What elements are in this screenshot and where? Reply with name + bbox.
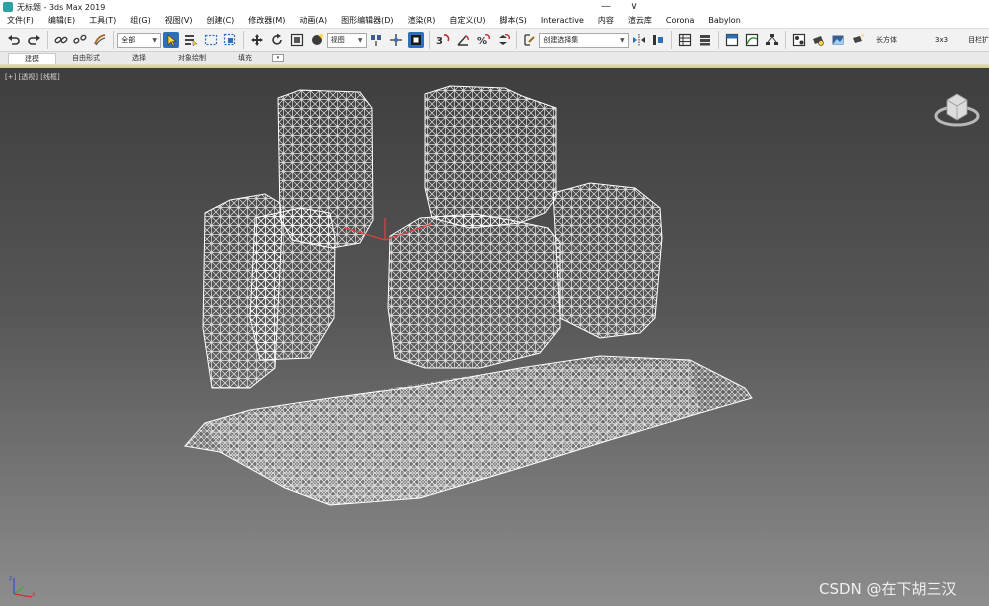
csdn-watermark: CSDN @在下胡三汉 — [819, 580, 957, 598]
select-by-name-icon[interactable] — [183, 32, 199, 48]
window-crossing-icon[interactable] — [223, 32, 239, 48]
tab-object-paint[interactable]: 对象绘制 — [162, 53, 222, 64]
viewport-label[interactable]: [+] [透视] [线框] — [5, 72, 60, 82]
menu-file[interactable]: 文件(F) — [0, 14, 41, 28]
spinner-snap-icon[interactable] — [495, 32, 511, 48]
toolbar-divider — [113, 31, 115, 49]
wireframe-building-model — [184, 85, 753, 506]
menu-group[interactable]: 组(G) — [123, 14, 157, 28]
perspective-viewport[interactable]: [+] [透视] [线框] x z CSDN @在下胡三汉 — [0, 68, 989, 606]
menu-interactive[interactable]: Interactive — [534, 14, 591, 28]
select-object-icon[interactable] — [162, 32, 179, 48]
mirror-icon[interactable] — [631, 32, 647, 48]
tab-selection[interactable]: 选择 — [116, 53, 162, 64]
menu-edit[interactable]: 编辑(E) — [41, 14, 82, 28]
minimize-button[interactable]: — — [596, 0, 616, 14]
redo-icon[interactable] — [26, 32, 42, 48]
render-icon[interactable] — [850, 32, 866, 48]
edit-named-selection-icon[interactable] — [521, 32, 537, 48]
curve-editor-icon[interactable] — [744, 32, 760, 48]
menu-corona[interactable]: Corona — [659, 14, 701, 28]
toolbar-object-label: 长方体 — [876, 36, 898, 44]
menu-tools[interactable]: 工具(T) — [82, 14, 123, 28]
toolbar-grid-label: 3x3 — [935, 36, 949, 44]
unlink-icon[interactable] — [73, 32, 89, 48]
chevron-down-icon: ▼ — [357, 36, 363, 44]
rect-region-icon[interactable] — [203, 32, 219, 48]
scale-icon[interactable] — [289, 32, 305, 48]
tab-modeling[interactable]: 建模 — [8, 53, 56, 64]
window-title: 无标题 - 3ds Max 2019 — [17, 2, 106, 12]
menu-customize[interactable]: 自定义(U) — [442, 14, 492, 28]
menu-create[interactable]: 创建(C) — [199, 14, 241, 28]
main-toolbar: 全部 ▼ 视图 ▼ 3 % 创建选择集 ▼ 长方体 3x3 目栏扩 — [0, 28, 989, 52]
selection-filter-dropdown[interactable]: 全部 ▼ — [117, 32, 161, 48]
menu-graph-editors[interactable]: 图形编辑器(D) — [334, 14, 400, 28]
toolbar-divider — [243, 31, 245, 49]
angle-snap-icon[interactable] — [455, 32, 471, 48]
svg-text:3: 3 — [436, 36, 443, 47]
bind-space-warp-icon[interactable] — [92, 32, 108, 48]
keyboard-shortcut-icon[interactable] — [408, 32, 425, 48]
reference-coord-value: 视图 — [330, 36, 345, 44]
render-setup-icon[interactable] — [810, 32, 826, 48]
align-icon[interactable] — [650, 32, 666, 48]
menu-views[interactable]: 视图(V) — [158, 14, 200, 28]
toolbar-divider — [718, 31, 720, 49]
menu-content[interactable]: 内容 — [591, 14, 621, 28]
selection-filter-value: 全部 — [121, 36, 136, 44]
app-logo-icon — [3, 2, 13, 12]
layer-explorer-icon[interactable] — [697, 32, 713, 48]
reference-coord-dropdown[interactable]: 视图 ▼ — [326, 32, 367, 48]
tab-freeform[interactable]: 自由形式 — [56, 53, 116, 64]
toolbar-divider — [671, 31, 673, 49]
schematic-view-icon[interactable] — [764, 32, 780, 48]
toolbar-divider — [46, 31, 48, 49]
menu-rendering[interactable]: 渲染(R) — [401, 14, 443, 28]
title-bar: 无标题 - 3ds Max 2019 — ∨ — [0, 0, 989, 14]
toolbar-divider — [429, 31, 431, 49]
undo-icon[interactable] — [6, 32, 22, 48]
ribbon-toggle-icon[interactable] — [724, 32, 740, 48]
percent-snap-icon[interactable]: % — [475, 32, 491, 48]
menu-animation[interactable]: 动画(A) — [292, 14, 334, 28]
named-selection-value: 创建选择集 — [543, 36, 579, 44]
rotate-icon[interactable] — [269, 32, 285, 48]
menu-bar: 文件(F) 编辑(E) 工具(T) 组(G) 视图(V) 创建(C) 修改器(M… — [0, 14, 989, 28]
chevron-down-icon: ▼ — [152, 36, 157, 44]
tab-populate[interactable]: 填充 — [222, 53, 268, 64]
scene-explorer-icon[interactable] — [677, 32, 693, 48]
named-selection-dropdown[interactable]: 创建选择集 ▼ — [539, 32, 629, 48]
menu-scripting[interactable]: 脚本(S) — [492, 14, 533, 28]
toolbar-divider — [515, 31, 517, 49]
menu-modifiers[interactable]: 修改器(M) — [241, 14, 292, 28]
ribbon-minimize-button[interactable]: ▾ — [272, 54, 284, 62]
menu-render-cloud[interactable]: 渲云库 — [621, 14, 659, 28]
viewcube-icon[interactable] — [934, 86, 980, 132]
svg-text:z: z — [9, 575, 12, 582]
svg-text:x: x — [32, 591, 36, 598]
pivot-icon[interactable] — [369, 32, 385, 48]
manipulate-icon[interactable] — [388, 32, 404, 48]
place-icon[interactable] — [309, 32, 325, 48]
ribbon-tabs: 建模 自由形式 选择 对象绘制 填充 ▾ — [0, 52, 989, 64]
material-editor-icon[interactable] — [791, 32, 807, 48]
axis-tripod-icon: x z — [9, 575, 36, 598]
restore-button[interactable]: ∨ — [624, 0, 644, 14]
chevron-down-icon: ▼ — [619, 36, 625, 44]
menu-babylon[interactable]: Babylon — [701, 14, 747, 28]
link-icon[interactable] — [53, 32, 69, 48]
svg-text:%: % — [477, 36, 487, 47]
snap-3d-icon[interactable]: 3 — [435, 32, 451, 48]
toolbar-extra-label: 目栏扩 — [968, 36, 989, 44]
rendered-frame-icon[interactable] — [830, 32, 846, 48]
toolbar-divider — [784, 31, 786, 49]
move-icon[interactable] — [249, 32, 265, 48]
